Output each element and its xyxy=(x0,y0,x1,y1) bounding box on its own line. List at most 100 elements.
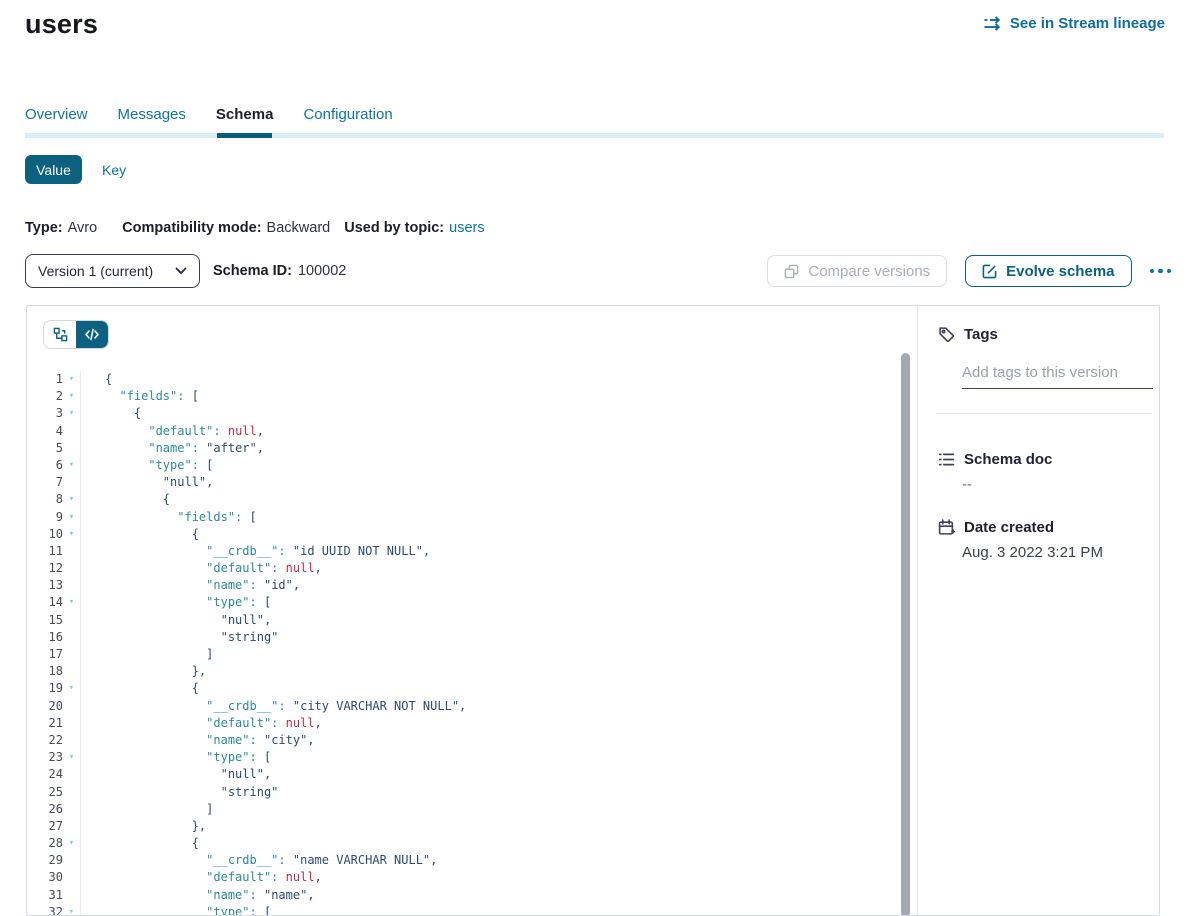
version-select[interactable]: Version 1 (current) xyxy=(25,254,200,288)
line-number: 23 xyxy=(27,749,63,766)
code-text[interactable]: "name": "after", xyxy=(80,440,917,457)
code-lines[interactable]: 1▾{2▾ "fields": [3▾ {4 "default": null,5… xyxy=(27,371,917,915)
editor-scrollbar[interactable] xyxy=(901,353,910,916)
code-line: 5 "name": "after", xyxy=(27,440,917,457)
fold-spacer xyxy=(63,766,80,783)
fold-spacer xyxy=(63,663,80,680)
line-number: 3 xyxy=(27,405,63,422)
schema-id-label: Schema ID: xyxy=(213,263,292,279)
tab-schema[interactable]: Schema xyxy=(216,106,274,123)
line-number: 11 xyxy=(27,543,63,560)
code-text[interactable]: "default": null, xyxy=(80,560,917,577)
code-text[interactable]: "__crdb__": "name VARCHAR NULL", xyxy=(80,852,917,869)
code-text[interactable]: "fields": [ xyxy=(80,509,917,526)
value-key-toggle: Value Key xyxy=(25,155,126,184)
code-text[interactable]: "__crdb__": "city VARCHAR NOT NULL", xyxy=(80,698,917,715)
code-text[interactable]: { xyxy=(80,371,917,388)
fold-toggle-icon[interactable]: ▾ xyxy=(63,371,80,388)
fold-toggle-icon[interactable]: ▾ xyxy=(63,835,80,852)
tags-input[interactable] xyxy=(962,356,1153,389)
tab-messages[interactable]: Messages xyxy=(118,106,186,123)
code-line: 1▾{ xyxy=(27,371,917,388)
tag-icon xyxy=(938,326,955,343)
tags-section-header: Tags xyxy=(938,326,998,343)
code-text[interactable]: { xyxy=(80,526,917,543)
schema-doc-value: -- xyxy=(962,476,972,493)
line-number: 2 xyxy=(27,388,63,405)
code-line: 3▾ { xyxy=(27,405,917,422)
code-text[interactable]: { xyxy=(80,835,917,852)
list-icon xyxy=(938,451,955,468)
code-text[interactable]: ] xyxy=(80,801,917,818)
fold-toggle-icon[interactable]: ▾ xyxy=(63,526,80,543)
code-line: 24 "null", xyxy=(27,766,917,783)
code-text[interactable]: "default": null, xyxy=(80,715,917,732)
calendar-plus-icon xyxy=(938,519,955,536)
copy-icon xyxy=(784,264,799,279)
evolve-schema-button[interactable]: Evolve schema xyxy=(965,255,1131,287)
more-options-button[interactable] xyxy=(1148,263,1174,280)
line-number: 32 xyxy=(27,904,63,915)
code-text[interactable]: "__crdb__": "id UUID NOT NULL", xyxy=(80,543,917,560)
key-toggle-link[interactable]: Key xyxy=(102,162,126,178)
code-text[interactable]: "null", xyxy=(80,474,917,491)
fold-toggle-icon[interactable]: ▾ xyxy=(63,904,80,915)
code-text[interactable]: "default": null, xyxy=(80,423,917,440)
tree-view-button[interactable] xyxy=(44,321,76,348)
code-text[interactable]: "type": [ xyxy=(80,904,917,915)
line-number: 14 xyxy=(27,594,63,611)
code-line: 6▾ "type": [ xyxy=(27,457,917,474)
value-toggle-button[interactable]: Value xyxy=(25,155,82,184)
stream-lineage-icon xyxy=(984,16,1002,31)
fold-toggle-icon[interactable]: ▾ xyxy=(63,749,80,766)
type-value: Avro xyxy=(68,220,98,236)
code-text[interactable]: }, xyxy=(80,818,917,835)
code-text[interactable]: "string" xyxy=(80,629,917,646)
schema-info-sidebar: Tags Schema doc -- Da xyxy=(917,306,1160,915)
code-text[interactable]: "name": "city", xyxy=(80,732,917,749)
fold-toggle-icon[interactable]: ▾ xyxy=(63,388,80,405)
fold-toggle-icon[interactable]: ▾ xyxy=(63,491,80,508)
tab-configuration[interactable]: Configuration xyxy=(303,106,392,123)
fold-toggle-icon[interactable]: ▾ xyxy=(63,594,80,611)
code-text[interactable]: "string" xyxy=(80,784,917,801)
fold-toggle-icon[interactable]: ▾ xyxy=(63,680,80,697)
editor-view-toggle xyxy=(43,320,109,349)
code-text[interactable]: { xyxy=(80,491,917,508)
code-text[interactable]: "type": [ xyxy=(80,749,917,766)
fold-toggle-icon[interactable]: ▾ xyxy=(63,405,80,422)
see-in-stream-lineage-link[interactable]: See in Stream lineage xyxy=(984,15,1165,32)
code-text[interactable]: }, xyxy=(80,663,917,680)
topic-link[interactable]: users xyxy=(449,220,484,236)
fold-toggle-icon[interactable]: ▾ xyxy=(63,509,80,526)
code-view-button[interactable] xyxy=(76,321,108,348)
fold-spacer xyxy=(63,818,80,835)
code-text[interactable]: "type": [ xyxy=(80,594,917,611)
fold-spacer xyxy=(63,543,80,560)
code-text[interactable]: { xyxy=(80,680,917,697)
fold-spacer xyxy=(63,852,80,869)
tab-overview[interactable]: Overview xyxy=(25,106,88,123)
code-text[interactable]: "null", xyxy=(80,612,917,629)
code-text[interactable]: "name": "id", xyxy=(80,577,917,594)
code-text[interactable]: "fields": [ xyxy=(80,388,917,405)
line-number: 5 xyxy=(27,440,63,457)
chevron-down-icon xyxy=(175,267,187,275)
code-text[interactable]: "type": [ xyxy=(80,457,917,474)
code-line: 17 ] xyxy=(27,646,917,663)
date-created-title: Date created xyxy=(964,519,1054,536)
code-line: 4 "default": null, xyxy=(27,423,917,440)
code-text[interactable]: "null", xyxy=(80,766,917,783)
code-text[interactable]: ] xyxy=(80,646,917,663)
date-created-section-header: Date created xyxy=(938,519,1054,536)
code-text[interactable]: "default": null, xyxy=(80,869,917,886)
code-text[interactable]: "name": "name", xyxy=(80,887,917,904)
version-toolbar: Version 1 (current) Schema ID: 100002 Co… xyxy=(25,254,1173,288)
fold-toggle-icon[interactable]: ▾ xyxy=(63,457,80,474)
code-line: 2▾ "fields": [ xyxy=(27,388,917,405)
compare-versions-button[interactable]: Compare versions xyxy=(767,255,947,287)
tab-bar: Overview Messages Schema Configuration xyxy=(25,106,393,123)
schema-doc-title: Schema doc xyxy=(964,451,1052,468)
code-text[interactable]: { xyxy=(80,405,917,422)
line-number: 26 xyxy=(27,801,63,818)
